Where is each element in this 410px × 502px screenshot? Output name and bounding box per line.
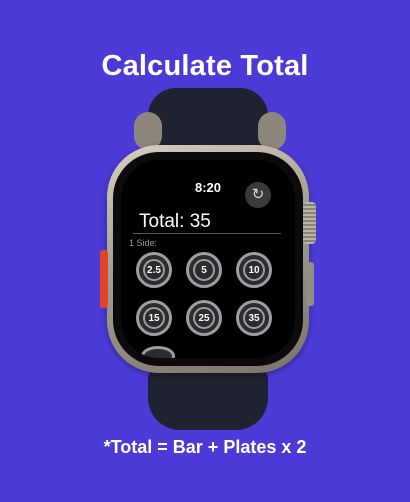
plate-button-10[interactable]: 10 [236,252,272,288]
plate-button-partial[interactable] [141,346,175,358]
watch-band-bottom [148,370,268,430]
plate-value: 2.5 [143,259,165,281]
watch-screen: 8:20 ↻ Total: 35 1 Side: 2.5 5 10 15 25 … [121,160,295,358]
action-button[interactable] [100,250,108,308]
side-button[interactable] [306,262,314,306]
plate-button-2-5[interactable]: 2.5 [136,252,172,288]
divider [133,233,281,234]
plate-value: 10 [243,259,265,281]
plate-value: 15 [143,307,165,329]
plate-value: 25 [193,307,215,329]
formula-footnote: *Total = Bar + Plates x 2 [103,437,307,457]
plate-button-35[interactable]: 35 [236,300,272,336]
page-headline: Calculate Total [101,50,309,82]
plate-value: 35 [243,307,265,329]
side-label: 1 Side: [129,238,158,248]
total-display: Total: 35 [139,211,211,232]
digital-crown[interactable] [303,202,316,244]
plate-button-15[interactable]: 15 [136,300,172,336]
reset-icon[interactable]: ↻ [245,182,271,208]
plate-value: 5 [193,259,215,281]
plate-button-25[interactable]: 25 [186,300,222,336]
plate-button-5[interactable]: 5 [186,252,222,288]
